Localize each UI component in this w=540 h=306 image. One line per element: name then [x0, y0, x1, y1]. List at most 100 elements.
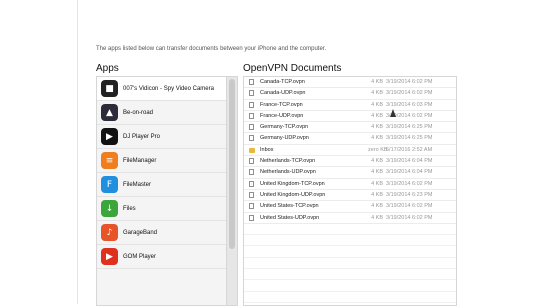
- document-name: Germany-TCP.ovpn: [260, 124, 309, 131]
- gom-player-icon: ▶: [101, 248, 118, 265]
- app-name: GOM Player: [123, 253, 157, 260]
- document-row[interactable]: Netherlands-TCP.ovpn 4 KB 3/19/2014 6:04 P…: [244, 156, 456, 168]
- document-name: Canada-UDP.ovpn: [260, 90, 306, 97]
- file-icon: [249, 214, 254, 221]
- app-name: 007's Vidicon - Spy Video Camera: [123, 85, 214, 92]
- apps-scrollbar[interactable]: [226, 77, 237, 305]
- play-icon: ▶: [101, 128, 118, 145]
- file-icon: [249, 101, 254, 108]
- app-list-item[interactable]: ♪ GarageBand: [97, 221, 226, 245]
- document-date: 3/19/2014 6:25 PM: [386, 135, 433, 142]
- mouse-cursor-icon: [390, 109, 396, 117]
- document-name: United States-UDP.ovpn: [260, 214, 320, 221]
- camera-icon: ■: [101, 80, 118, 97]
- document-name: Netherlands-TCP.ovpn: [260, 158, 316, 165]
- document-name: Germany-UDP.ovpn: [260, 135, 309, 142]
- document-row[interactable]: United Kingdom-TCP.ovpn 4 KB 3/19/2014 6:0…: [244, 179, 456, 190]
- documents-heading: OpenVPN Documents: [243, 63, 342, 74]
- documents-panel: Canada-TCP.ovpn 4 KB 3/19/2014 6:02 PM Cana…: [243, 76, 457, 306]
- document-row[interactable]: Germany-UDP.ovpn 4 KB 3/19/2014 6:25 PM: [244, 133, 456, 145]
- file-master-icon: F: [101, 176, 118, 193]
- document-row[interactable]: France-UDP.ovpn 4 KB 3/19/2014 6:02 PM: [244, 111, 456, 123]
- file-icon: [249, 112, 254, 119]
- document-name: France-TCP.ovpn: [260, 101, 303, 108]
- app-list-item[interactable]: F FileMaster: [97, 173, 226, 197]
- document-name: United States-TCP.ovpn: [260, 203, 319, 210]
- document-name: Canada-TCP.ovpn: [260, 79, 305, 85]
- document-name: United Kingdom-TCP.ovpn: [260, 180, 325, 187]
- document-name: United Kingdom-UDP.ovpn: [260, 191, 326, 198]
- download-icon: ↓: [101, 200, 118, 217]
- document-row[interactable]: United States-UDP.ovpn 4 KB 3/19/2014 6:02…: [244, 213, 456, 224]
- document-name: France-UDP.ovpn: [260, 112, 304, 119]
- document-row[interactable]: France-TCP.ovpn 4 KB 3/19/2014 6:03 PM: [244, 100, 456, 111]
- document-size: zero KB: [368, 146, 388, 153]
- file-icon: [249, 158, 254, 165]
- document-size: 4 KB: [371, 124, 383, 131]
- empty-row: [244, 269, 456, 281]
- app-name: Files: [123, 205, 136, 212]
- file-icon: [249, 124, 254, 131]
- document-row[interactable]: Germany-TCP.ovpn 4 KB 3/19/2014 6:25 PM: [244, 122, 456, 134]
- document-row[interactable]: Canada-UDP.ovpn 4 KB 3/19/2014 6:02 PM: [244, 88, 456, 100]
- document-row[interactable]: Canada-TCP.ovpn 4 KB 3/19/2014 6:02 PM: [244, 77, 456, 89]
- document-date: 3/19/2014 6:02 PM: [386, 90, 433, 97]
- divider-line: [77, 0, 78, 304]
- document-size: 4 KB: [371, 191, 383, 198]
- folder-icon: [249, 147, 255, 153]
- app-list-item[interactable]: ↓ Files: [97, 197, 226, 221]
- empty-row: [244, 246, 456, 258]
- documents-list: Canada-TCP.ovpn 4 KB 3/19/2014 6:02 PM Cana…: [244, 77, 456, 305]
- app-list-item[interactable]: ▲ Be-on-road: [97, 101, 226, 125]
- document-name: Netherlands-UDP.ovpn: [260, 169, 316, 176]
- document-size: 4 KB: [371, 180, 383, 187]
- app-name: FileMaster: [123, 181, 152, 188]
- apps-scrollbar-thumb[interactable]: [229, 79, 235, 249]
- app-list-item[interactable]: ≡ FileManager: [97, 149, 226, 173]
- document-row[interactable]: United Kingdom-UDP.ovpn 4 KB 3/19/2014 6:2…: [244, 190, 456, 202]
- apps-list: ■ 007's Vidicon - Spy Video Camera ▲ Be-on-…: [97, 77, 226, 269]
- document-size: 4 KB: [371, 101, 383, 108]
- document-row[interactable]: United States-TCP.ovpn 4 KB 3/19/2014 6:02…: [244, 201, 456, 213]
- intro-text: The apps listed below can transfer docum…: [96, 46, 327, 52]
- file-manager-icon: ≡: [101, 152, 118, 169]
- document-row[interactable]: Netherlands-UDP.ovpn 4 KB 3/19/2014 6:04 P…: [244, 167, 456, 179]
- document-date: 3/19/2014 6:02 PM: [386, 180, 433, 187]
- document-date: 3/19/2014 6:25 PM: [386, 124, 433, 131]
- document-size: 4 KB: [371, 79, 383, 85]
- app-name: DJ Player Pro: [123, 133, 161, 140]
- file-icon: [249, 90, 254, 97]
- document-name: Inbox: [260, 146, 274, 153]
- app-list-item[interactable]: ▶ DJ Player Pro: [97, 125, 226, 149]
- app-list-item[interactable]: ▶ GOM Player: [97, 245, 226, 269]
- document-date: 3/19/2014 6:04 PM: [386, 169, 433, 176]
- app-name: GarageBand: [123, 229, 158, 236]
- document-row[interactable]: Inbox zero KB 6/17/2016 2:52 AM: [244, 145, 456, 157]
- document-size: 4 KB: [371, 135, 383, 142]
- guitar-icon: ♪: [101, 224, 118, 241]
- app-list-item[interactable]: ■ 007's Vidicon - Spy Video Camera: [97, 77, 226, 101]
- app-name: Be-on-road: [123, 109, 154, 116]
- document-date: 3/19/2014 6:23 PM: [386, 191, 433, 198]
- document-size: 4 KB: [371, 169, 383, 176]
- document-date: 3/19/2014 6:02 PM: [386, 214, 433, 221]
- empty-row: [244, 235, 456, 247]
- document-date: 3/19/2014 6:02 PM: [386, 203, 433, 210]
- empty-row: [244, 258, 456, 270]
- apps-heading: Apps: [96, 63, 119, 74]
- file-icon: [249, 191, 254, 198]
- document-size: 4 KB: [371, 158, 383, 165]
- document-size: 4 KB: [371, 214, 383, 221]
- apps-panel: ■ 007's Vidicon - Spy Video Camera ▲ Be-on-…: [96, 76, 238, 306]
- document-date: 3/19/2014 6:04 PM: [386, 158, 433, 165]
- empty-row: [244, 292, 456, 303]
- document-size: 4 KB: [371, 112, 383, 119]
- file-icon: [249, 180, 254, 187]
- file-icon: [249, 203, 254, 210]
- document-size: 4 KB: [371, 90, 383, 97]
- file-icon: [249, 79, 254, 85]
- document-date: 3/19/2014 6:02 PM: [386, 79, 433, 85]
- empty-row: [244, 224, 456, 236]
- document-size: 4 KB: [371, 203, 383, 210]
- file-icon: [249, 135, 254, 142]
